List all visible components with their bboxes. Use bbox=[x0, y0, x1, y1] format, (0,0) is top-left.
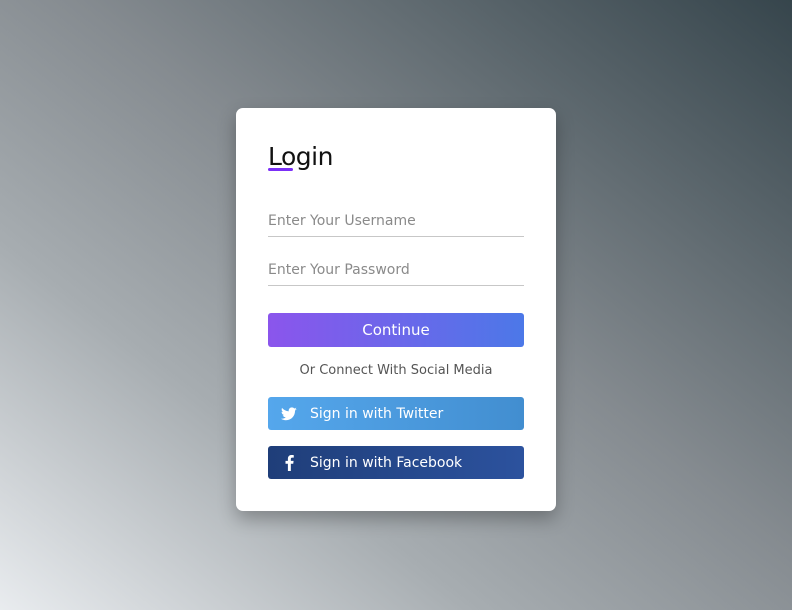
continue-button[interactable]: Continue bbox=[268, 313, 524, 347]
social-connect-text: Or Connect With Social Media bbox=[299, 363, 493, 378]
twitter-icon bbox=[268, 406, 310, 421]
facebook-signin-label: Sign in with Facebook bbox=[310, 454, 463, 471]
password-input[interactable] bbox=[268, 255, 524, 286]
title-underline bbox=[268, 168, 293, 171]
username-input[interactable] bbox=[268, 206, 524, 237]
twitter-signin-label: Sign in with Twitter bbox=[310, 405, 444, 422]
login-title-wrap: Login bbox=[268, 142, 333, 172]
login-card: Login Continue Or Connect With Social Me… bbox=[236, 108, 556, 511]
facebook-icon bbox=[268, 454, 310, 471]
twitter-signin-button[interactable]: Sign in with Twitter bbox=[268, 397, 524, 430]
facebook-signin-button[interactable]: Sign in with Facebook bbox=[268, 446, 524, 479]
